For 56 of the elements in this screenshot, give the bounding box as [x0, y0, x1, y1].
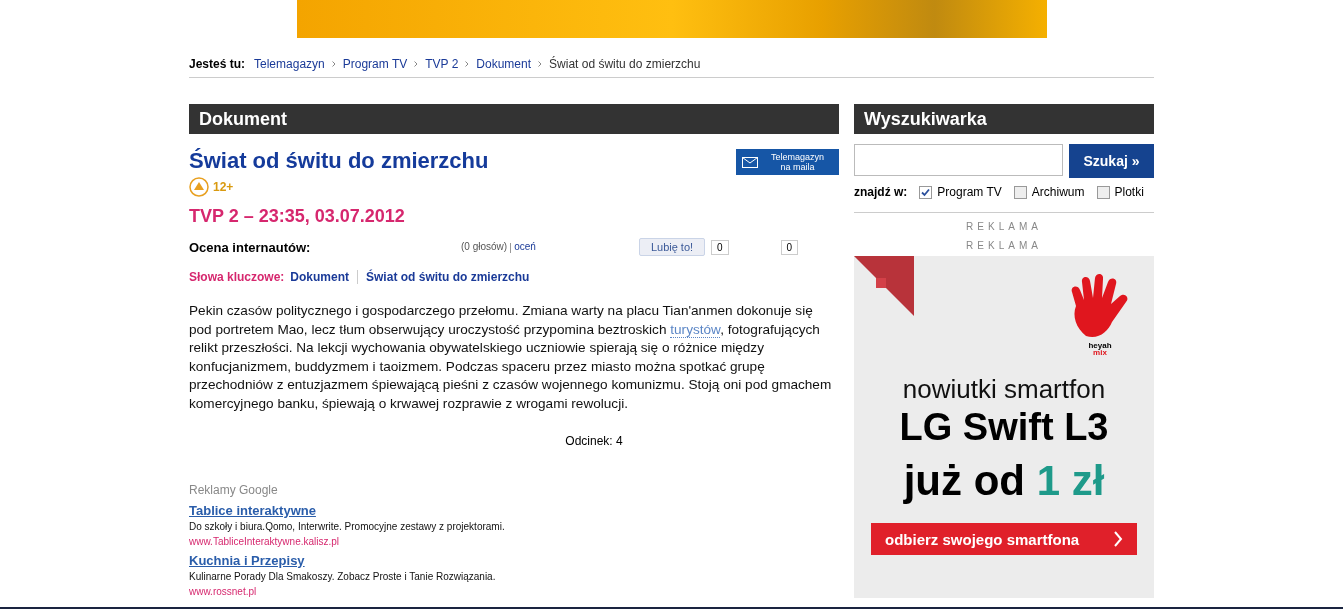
rating-label: Ocena internautów: [189, 239, 312, 255]
checkbox[interactable] [1096, 185, 1110, 199]
ad-headline: nowiutki smartfon [902, 374, 1106, 405]
ads-label: Reklamy Google [189, 483, 278, 497]
checkbox-label: Program TV [937, 185, 1002, 199]
search-button[interactable]: Szukaj » [1069, 144, 1154, 178]
share-count: 0 [780, 239, 799, 255]
like-count: 0 [711, 239, 729, 255]
breadcrumb-link[interactable]: TVP 2 [425, 57, 459, 71]
rate-link[interactable]: oceń [514, 241, 536, 253]
breadcrumb-link[interactable]: Program TV [342, 57, 408, 71]
checkbox-label: Archiwum [1031, 185, 1085, 199]
ad-price: 1 zł [1036, 457, 1105, 504]
section-heading: Dokument [189, 104, 839, 134]
search-field[interactable] [854, 144, 1063, 176]
smartphone-ad[interactable]: heyah mix nowiutki smartfon LG Swift L3 już od 1 zł odbierz swojego smartfona [854, 256, 1154, 598]
checkbox-label: Plotki [1114, 185, 1144, 199]
breadcrumb-link[interactable]: Telemagazyn [254, 57, 325, 71]
ad-url-link[interactable]: www.TabliceInteraktywne.kalisz.pl [189, 535, 340, 549]
ribbon-corner-drawing [854, 256, 914, 316]
chevron-right-icon [414, 61, 419, 67]
ad-label: REKLAMA [965, 221, 1043, 232]
breadcrumb-link[interactable]: Dokument [476, 57, 532, 71]
ad-price-label: już od [903, 457, 1025, 504]
keywords-label: Słowa kluczowe: [189, 270, 285, 284]
program-title: Świat od świtu do zmierzchu [189, 148, 489, 174]
ad-label: REKLAMA [965, 240, 1043, 251]
checkbox[interactable] [919, 185, 933, 199]
chevron-right-icon [331, 61, 336, 67]
envelope-icon [742, 156, 758, 168]
newsletter-button[interactable]: Telemagazyn na maila [736, 149, 839, 175]
breadcrumb-current: Świat od świtu do zmierzchu [549, 57, 701, 71]
ad-url-link[interactable]: www.rossnet.pl [189, 585, 257, 599]
ad-title-link[interactable]: Kuchnia i Przepisy [189, 553, 305, 568]
age-rating: 12+ [213, 180, 234, 194]
sidebar-heading: Wyszukiwarka [854, 104, 1154, 134]
chevron-right-icon [465, 61, 470, 67]
episode-number: Odcinek: 4 [564, 434, 624, 448]
keyword-link[interactable]: Dokument [290, 270, 350, 284]
ad-text: Do szkoły i biura.Qomo, Interwrite. Promocyjne zestawy z projektorami. [189, 521, 505, 533]
ad-text: Kulinarne Porady Dla Smakoszy. Zobacz Proste i Tanie Rozwiązania. [189, 571, 496, 583]
checkbox[interactable] [1013, 185, 1027, 199]
keyword-link[interactable]: Świat od świtu do zmierzchu [366, 270, 530, 284]
ad-product-name: LG Swift L3 [899, 405, 1109, 449]
like-button[interactable]: Lubię to! [639, 238, 705, 256]
chevron-right-icon [538, 61, 543, 67]
chevron-right-icon [1113, 531, 1123, 547]
ad-cta-button[interactable]: odbierz swojego smartfona [871, 523, 1137, 555]
vote-count: (0 głosów) [461, 241, 508, 253]
logo-text: heyah mix [1088, 342, 1112, 356]
ad-title-link[interactable]: Tablice interaktywne [189, 503, 316, 518]
airing-time: TVP 2 – 23:35, 03.07.2012 [189, 206, 406, 227]
description: Pekin czasów politycznego i gospodarczego przełomu. Zmiana warty na placu Tian'anmen dokonuje się pod portretem Mao, lecz tłum obserwujący uroczystość przypomina beztroskich turystów, fotografujących relikt przeszłości. Na lekcji wychowania obywatelskiego uczniowie spierają się o różnice między konfucjanizmem, buddyzmem i taoizmem. Podczas spaceru przez miasto można spotkać grupę przechodniów z entuzjazmem śpiewającą pieśni z czasów wojennego komunizmu. Stoją oni pod gmachem komercyjnego banku, śpiewają o krwawej rozprawie z wrogami rewolucji. [189, 302, 833, 413]
breadcrumb-label: Jesteś tu: [189, 57, 246, 71]
filter-label: znajdź w: [854, 185, 908, 199]
age-rating-icon [189, 177, 209, 197]
